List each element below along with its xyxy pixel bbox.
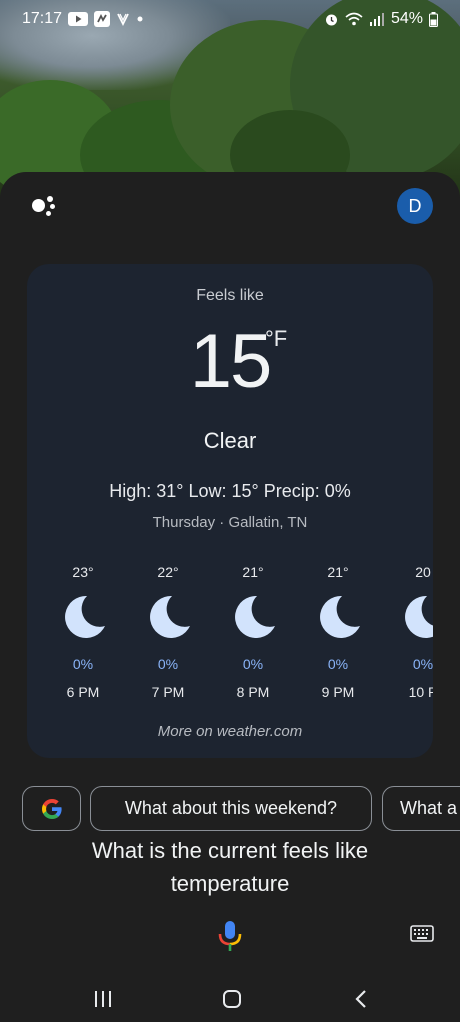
back-icon: [355, 990, 366, 1008]
moon-icon: [150, 595, 190, 638]
condition-text: Clear: [203, 428, 257, 453]
hour-item: 21° 0% 8 PM: [218, 564, 288, 700]
hour-time: 10 P: [408, 684, 433, 700]
hour-precip: 0%: [327, 656, 349, 672]
google-icon: [41, 798, 62, 819]
hour-temp: 21°: [327, 564, 349, 580]
hour-time: 6 PM: [66, 684, 100, 700]
google-search-chip[interactable]: [22, 786, 81, 831]
suggestion-chip[interactable]: What about this weekend?: [90, 786, 372, 831]
battery-icon: [429, 11, 438, 27]
hour-time: 9 PM: [321, 684, 355, 700]
status-bar: 17:17 54%: [0, 0, 460, 38]
signal-icon: [369, 12, 385, 26]
temperature-unit: °F: [265, 326, 288, 351]
query-transcript: What is the current feels like temperatu…: [91, 838, 369, 896]
high-low-precip: High: 31° Low: 15° Precip: 0%: [109, 481, 351, 501]
feels-like-label: Feels like: [196, 287, 264, 304]
weather-card[interactable]: Feels like 15 °F Clear High: 31° Low: 15…: [27, 264, 433, 758]
alarm-icon: [324, 12, 339, 27]
hour-temp: 20: [415, 564, 431, 580]
hour-precip: 0%: [412, 656, 433, 672]
home-button[interactable]: [217, 984, 247, 1014]
recents-icon: [95, 991, 111, 1007]
battery-percent: 54%: [390, 10, 423, 27]
hour-temp: 21°: [242, 564, 264, 580]
home-icon: [223, 990, 241, 1008]
keyboard-icon[interactable]: [410, 925, 434, 943]
hour-item: 20 0% 10 P: [388, 564, 433, 700]
dot-icon: [136, 15, 144, 23]
generic-app-icon: [94, 11, 111, 27]
assistant-sheet: D Feels like 15 °F Clear High: 31° Low: …: [0, 172, 460, 1022]
recent-apps-button[interactable]: [88, 984, 118, 1014]
avatar[interactable]: D: [397, 188, 433, 224]
hour-temp: 23°: [72, 564, 94, 580]
hour-item: 23° 0% 6 PM: [48, 564, 118, 700]
assistant-logo-icon[interactable]: [32, 196, 58, 218]
wifi-icon: [345, 12, 363, 26]
hour-temp: 22°: [157, 564, 179, 580]
hour-time: 8 PM: [236, 684, 270, 700]
temperature-value: 15: [189, 319, 273, 404]
temperature-block: 15 °F: [27, 318, 433, 405]
avatar-letter: D: [408, 195, 422, 216]
day-location: Thursday · Gallatin, TN: [152, 514, 308, 531]
hour-time: 7 PM: [151, 684, 185, 700]
microphone-icon[interactable]: [216, 920, 244, 952]
back-button[interactable]: [346, 984, 376, 1014]
hour-precip: 0%: [72, 656, 94, 672]
more-weather-link[interactable]: More on weather.com: [27, 723, 433, 740]
hour-precip: 0%: [242, 656, 264, 672]
status-time: 17:17: [22, 10, 63, 27]
suggestion-chip[interactable]: What a: [382, 786, 460, 831]
suggestion-chips: What about this weekend? What a: [22, 786, 460, 832]
moon-icon: [320, 595, 360, 638]
hourly-forecast[interactable]: 23° 0% 6 PM 22° 0% 7 PM 21° 0% 8 PM 21° …: [27, 564, 433, 704]
youtube-icon: [68, 12, 89, 26]
hour-item: 21° 0% 9 PM: [303, 564, 373, 700]
hour-item: 22° 0% 7 PM: [133, 564, 203, 700]
hour-precip: 0%: [157, 656, 179, 672]
navigation-bar: [0, 978, 460, 1022]
vpn-icon: [116, 12, 130, 26]
moon-icon: [65, 595, 105, 638]
moon-icon: [405, 595, 433, 638]
moon-icon: [235, 595, 275, 638]
